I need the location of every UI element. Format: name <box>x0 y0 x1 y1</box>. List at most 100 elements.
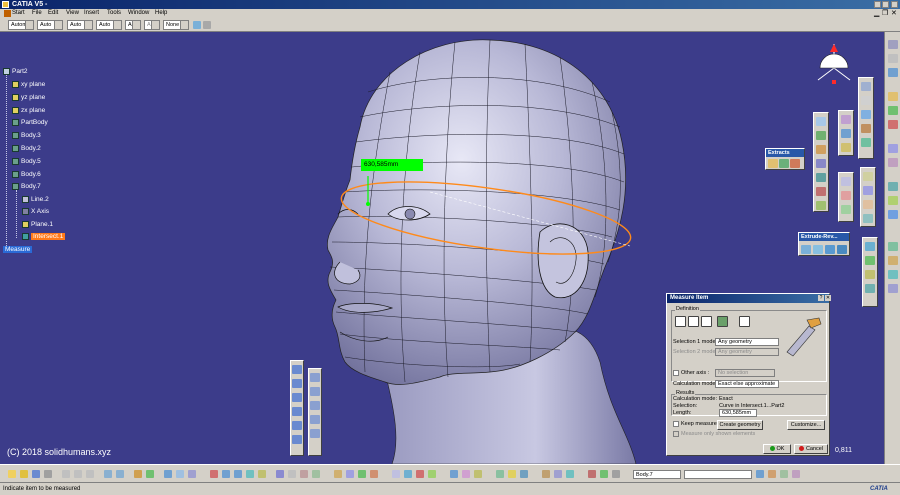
tool-icon[interactable] <box>888 120 898 129</box>
new-icon[interactable] <box>8 470 16 478</box>
tree-item-zx-plane[interactable]: zx plane <box>12 106 45 116</box>
tree-item-plane1[interactable]: Plane.1 <box>22 220 53 230</box>
tool-icon[interactable] <box>816 131 826 140</box>
tool-icon[interactable] <box>861 82 871 91</box>
selection-2-mode-select[interactable]: Any geometry <box>715 348 779 356</box>
ok-button[interactable]: OK <box>763 444 791 454</box>
multiple-extract-icon[interactable] <box>790 159 800 168</box>
selection-1-mode-select[interactable]: Any geometry <box>715 338 779 346</box>
tool-icon[interactable] <box>863 186 873 195</box>
tool-icon[interactable] <box>841 129 851 138</box>
print-icon[interactable] <box>44 470 52 478</box>
tool-icon[interactable] <box>292 393 302 402</box>
keep-measure-checkbox[interactable] <box>673 421 679 427</box>
symmetry-icon[interactable] <box>474 470 482 478</box>
redo-icon[interactable] <box>116 470 124 478</box>
tool-icon[interactable] <box>888 284 898 293</box>
tool-icon[interactable] <box>888 182 898 191</box>
menu-view[interactable]: View <box>66 9 79 18</box>
tool-icon[interactable] <box>865 242 875 251</box>
tree-item-body7[interactable]: Body.7 <box>12 182 41 192</box>
tool-icon[interactable] <box>816 187 826 196</box>
menu-tools[interactable]: Tools <box>107 9 121 18</box>
shading-icon[interactable] <box>288 470 296 478</box>
split-icon[interactable] <box>428 470 436 478</box>
tree-item-body6[interactable]: Body.6 <box>12 170 41 180</box>
iso-view-icon[interactable] <box>276 470 284 478</box>
paste-icon[interactable] <box>86 470 94 478</box>
tool-icon[interactable] <box>841 177 851 186</box>
tree-item-measure[interactable]: Measure <box>3 245 33 255</box>
measure-between-tool-icon[interactable] <box>496 470 504 478</box>
catalog-icon[interactable] <box>588 470 596 478</box>
tool-icon[interactable] <box>865 270 875 279</box>
tree-item-body2[interactable]: Body.2 <box>12 144 41 154</box>
tool-icon[interactable] <box>865 256 875 265</box>
tool-icon[interactable] <box>865 284 875 293</box>
hide-show-icon[interactable] <box>300 470 308 478</box>
maximize-button[interactable] <box>882 1 889 8</box>
tree-item-line2[interactable]: Line.2 <box>22 195 49 205</box>
tool-icon[interactable] <box>863 214 873 223</box>
dialog-close-button[interactable]: ✕ <box>825 295 831 301</box>
command-input[interactable] <box>684 470 752 479</box>
doc-minimize-button[interactable]: ▁ <box>874 9 879 18</box>
minimize-button[interactable] <box>874 1 881 8</box>
menu-help[interactable]: Help <box>155 9 167 18</box>
measure-thickness-icon[interactable] <box>739 316 750 327</box>
copy-icon[interactable] <box>74 470 82 478</box>
tool-icon[interactable] <box>888 242 898 251</box>
tool-icon[interactable] <box>888 210 898 219</box>
pan-icon[interactable] <box>188 470 196 478</box>
tool-icon[interactable] <box>888 40 898 49</box>
measure-item-icon[interactable] <box>717 316 728 327</box>
create-geometry-button[interactable]: Create geometry <box>717 420 763 430</box>
line-thickness-combo[interactable]: Auto <box>67 20 93 30</box>
sketch-icon[interactable] <box>334 470 342 478</box>
tree-item-intersect1[interactable]: Intersect.1 <box>22 232 66 242</box>
cancel-button[interactable]: Cancel <box>794 444 828 454</box>
menu-edit[interactable]: Edit <box>48 9 58 18</box>
menu-start[interactable]: Start <box>12 9 25 18</box>
measure-inertia-icon[interactable] <box>520 470 528 478</box>
tree-item-body3[interactable]: Body.3 <box>12 131 41 141</box>
doc-close-button[interactable]: ✕ <box>891 9 897 18</box>
compass-widget[interactable] <box>810 40 860 88</box>
tool-icon[interactable] <box>816 159 826 168</box>
tree-item-x-axis[interactable]: X Axis <box>22 207 49 217</box>
tool-icon[interactable] <box>310 429 320 438</box>
tool-icon[interactable] <box>888 270 898 279</box>
line-tool-icon[interactable] <box>358 470 366 478</box>
tool-icon[interactable] <box>863 172 873 181</box>
tree-item-partbody[interactable]: PartBody <box>12 118 48 128</box>
tool-icon[interactable] <box>861 110 871 119</box>
curvature-icon[interactable] <box>554 470 562 478</box>
other-axis-field[interactable]: No selection <box>715 369 775 377</box>
fit-all-icon[interactable] <box>176 470 184 478</box>
update-icon[interactable] <box>134 470 142 478</box>
work-object-combo[interactable]: Body.7 <box>633 470 681 479</box>
measure-chain-icon[interactable] <box>688 316 699 327</box>
tool-icon[interactable] <box>816 145 826 154</box>
analysis-icon[interactable] <box>542 470 550 478</box>
tool-icon[interactable] <box>861 96 871 105</box>
multi-view-icon[interactable] <box>258 470 266 478</box>
constraint-icon[interactable] <box>146 470 154 478</box>
swap-visible-icon[interactable] <box>312 470 320 478</box>
fly-mode-icon[interactable] <box>164 470 172 478</box>
tool-icon[interactable] <box>888 106 898 115</box>
tree-root[interactable]: Part2 <box>3 67 28 77</box>
transparency-combo[interactable]: Auto <box>37 20 63 30</box>
tool-icon[interactable] <box>861 124 871 133</box>
tool-icon[interactable] <box>292 421 302 430</box>
intersect-tool-icon[interactable] <box>404 470 412 478</box>
cut-icon[interactable] <box>62 470 70 478</box>
tool-icon[interactable] <box>888 158 898 167</box>
tool-icon[interactable] <box>888 54 898 63</box>
save-icon[interactable] <box>32 470 40 478</box>
tool-icon[interactable] <box>863 200 873 209</box>
measure-item-tool-icon[interactable] <box>508 470 516 478</box>
extrude-icon[interactable] <box>801 245 811 254</box>
tool-icon[interactable] <box>756 470 764 478</box>
tree-item-body5[interactable]: Body.5 <box>12 157 41 167</box>
